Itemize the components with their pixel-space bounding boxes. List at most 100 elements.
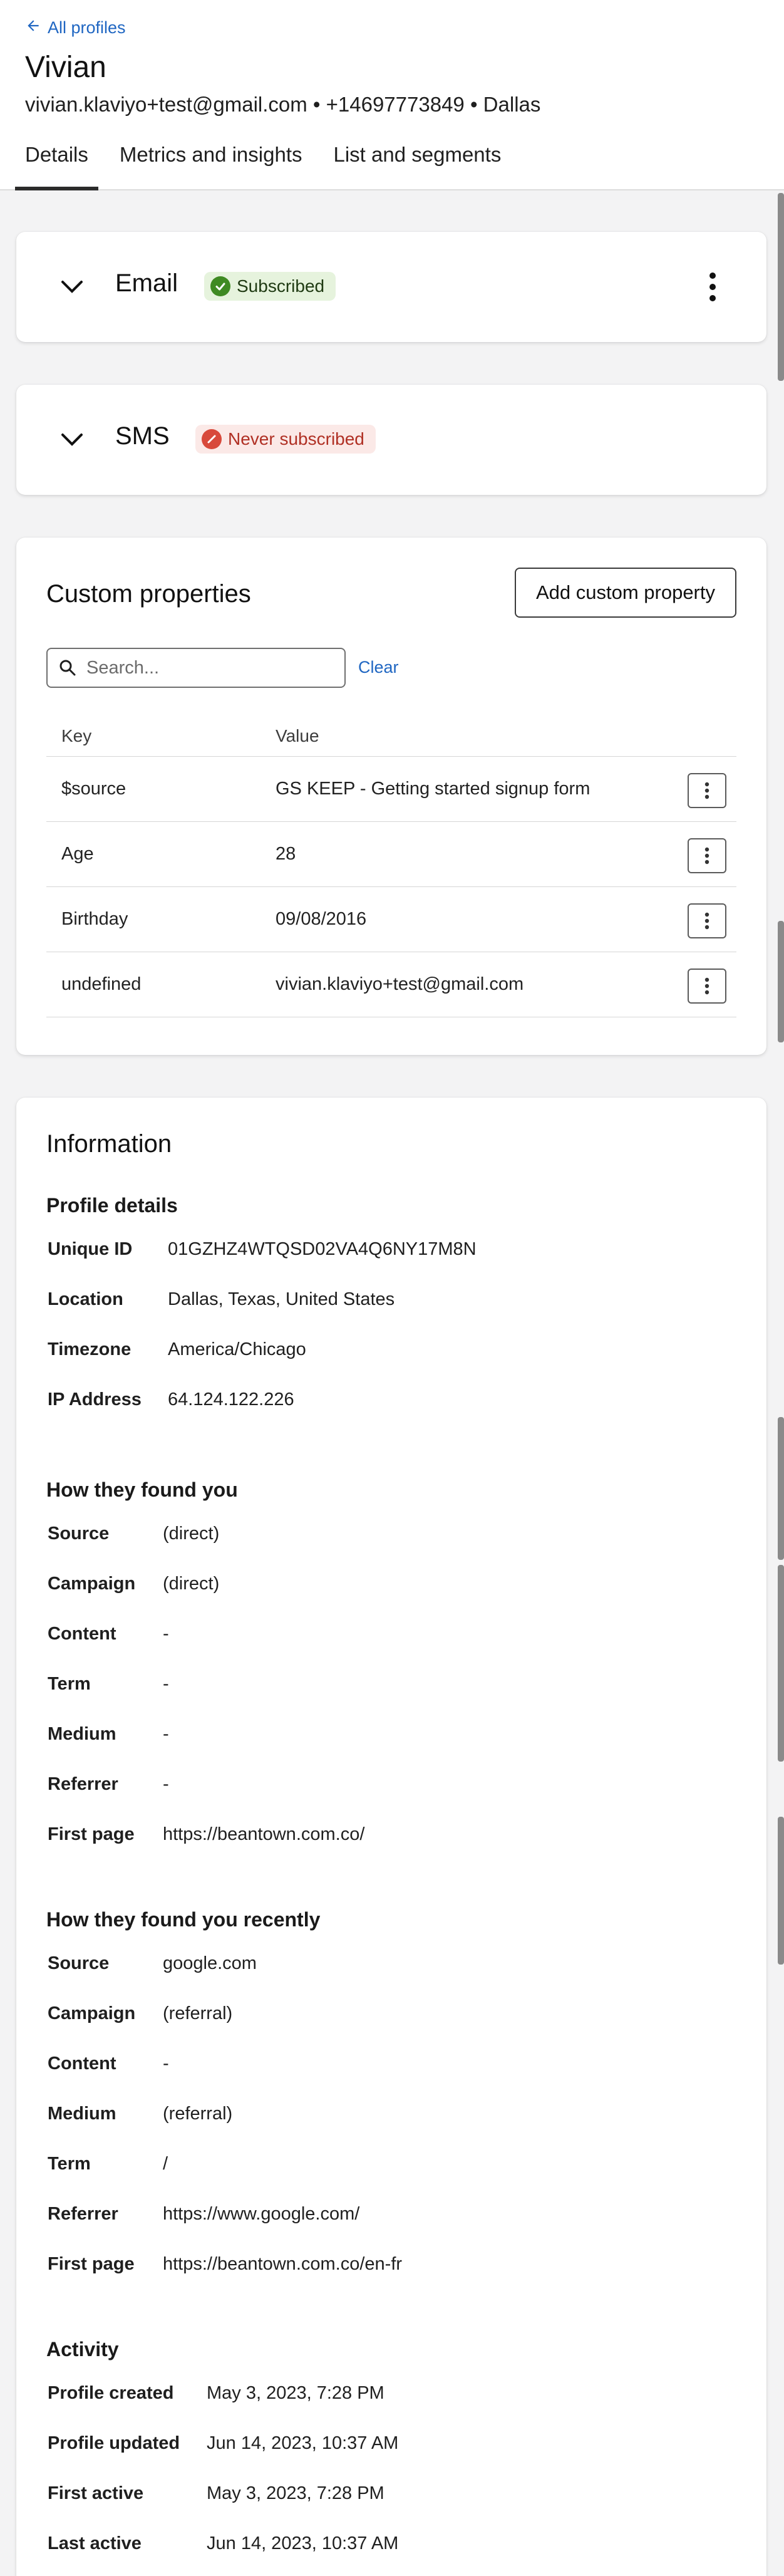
property-search[interactable]: [46, 648, 346, 688]
info-label: Referrer: [48, 2204, 118, 2224]
page-scrollbar[interactable]: [778, 190, 784, 2576]
profile-tabs: Details Metrics and insights List and se…: [15, 138, 522, 190]
more-options-icon: [704, 912, 709, 930]
more-options-icon: [704, 782, 709, 799]
sms-card: SMS Never subscribed: [16, 385, 766, 495]
info-value: -: [163, 1674, 169, 1694]
chevron-down-icon[interactable]: [58, 425, 86, 454]
custom-properties-title: Custom properties: [46, 580, 251, 608]
info-label: Last active: [48, 2533, 142, 2553]
more-options-icon: [704, 847, 709, 865]
add-custom-property-button[interactable]: Add custom property: [514, 568, 736, 618]
info-label: First page: [48, 1824, 135, 1844]
search-input[interactable]: [86, 657, 337, 678]
info-value: (direct): [163, 1574, 220, 1594]
info-label: IP Address: [48, 1389, 142, 1410]
info-label: Term: [48, 2154, 91, 2174]
found-you-title: How they found you: [46, 1478, 238, 1501]
sms-status-label: Never subscribed: [228, 429, 364, 449]
info-label: Campaign: [48, 1574, 136, 1594]
tab-details[interactable]: Details: [15, 138, 98, 190]
activity-title: Activity: [46, 2338, 119, 2360]
email-card: Email Subscribed: [16, 232, 766, 342]
info-label: First active: [48, 2483, 144, 2503]
property-key: $source: [61, 779, 126, 799]
tab-list-and-segments[interactable]: List and segments: [324, 138, 512, 190]
clear-search-link[interactable]: Clear: [358, 658, 399, 677]
table-row: $source GS KEEP - Getting started signup…: [46, 757, 736, 822]
property-key: Age: [61, 844, 94, 864]
info-label: Content: [48, 2054, 116, 2074]
info-value: https://www.google.com/: [163, 2204, 360, 2224]
property-value: vivian.klaviyo+test@gmail.com: [276, 974, 524, 994]
info-value: https://beantown.com.co/en-fr: [163, 2254, 403, 2274]
info-value: google.com: [163, 1953, 257, 1973]
info-value: 01GZHZ4WTQSD02VA4Q6NY17M8N: [168, 1239, 477, 1259]
more-options-icon[interactable]: [703, 271, 723, 303]
info-value: (referral): [163, 2003, 233, 2023]
info-label: Unique ID: [48, 1239, 133, 1259]
sms-status-badge: Never subscribed: [195, 425, 376, 454]
info-label: Medium: [48, 1724, 116, 1744]
info-label: Profile updated: [48, 2433, 180, 2453]
property-key: Birthday: [61, 909, 128, 929]
sms-card-title: SMS: [115, 422, 170, 450]
scrollbar-thumb[interactable]: [778, 1417, 784, 1560]
row-options-button[interactable]: [688, 969, 726, 1004]
chevron-down-icon[interactable]: [58, 272, 86, 301]
profile-header: All profiles Vivian vivian.klaviyo+test@…: [0, 0, 784, 190]
info-value: https://beantown.com.co/: [163, 1824, 365, 1844]
column-header-key: Key: [61, 725, 92, 745]
info-value: -: [163, 1624, 169, 1644]
info-value: /: [163, 2154, 168, 2174]
property-key: undefined: [61, 974, 142, 994]
property-value: 09/08/2016: [276, 909, 367, 929]
info-value: May 3, 2023, 7:28 PM: [207, 2483, 384, 2503]
scrollbar-thumb[interactable]: [778, 921, 784, 1042]
info-label: Timezone: [48, 1339, 132, 1359]
scrollbar-thumb[interactable]: [778, 1817, 784, 1965]
info-label: Location: [48, 1289, 123, 1309]
email-card-title: Email: [115, 269, 178, 297]
info-label: Profile created: [48, 2383, 174, 2403]
property-value: GS KEEP - Getting started signup form: [276, 779, 591, 799]
all-profiles-label: All profiles: [48, 18, 126, 37]
info-label: First page: [48, 2254, 135, 2274]
property-value: 28: [276, 844, 296, 864]
profile-meta: vivian.klaviyo+test@gmail.com • +1469777…: [25, 93, 541, 116]
tab-metrics-and-insights[interactable]: Metrics and insights: [110, 138, 312, 190]
info-value: Dallas, Texas, United States: [168, 1289, 395, 1309]
info-label: Term: [48, 1674, 91, 1694]
custom-properties-table: Key Value $source GS KEEP - Getting star…: [46, 715, 736, 1017]
info-value: -: [163, 2054, 169, 2074]
info-value: 64.124.122.226: [168, 1389, 294, 1410]
info-label: Campaign: [48, 2003, 136, 2023]
check-circle-icon: [210, 276, 230, 296]
info-value: Jun 14, 2023, 10:37 AM: [207, 2433, 399, 2453]
information-card: Information Profile details Unique ID 01…: [16, 1098, 766, 2576]
found-you-recently-title: How they found you recently: [46, 1908, 321, 1931]
arrow-left-icon: [25, 18, 41, 38]
all-profiles-link[interactable]: All profiles: [25, 18, 126, 38]
table-row: Birthday 09/08/2016: [46, 887, 736, 952]
column-header-value: Value: [276, 725, 319, 745]
info-value: (direct): [163, 1524, 220, 1544]
scrollbar-thumb[interactable]: [778, 193, 784, 381]
profile-details-title: Profile details: [46, 1194, 178, 1217]
row-options-button[interactable]: [688, 903, 726, 938]
info-value: Jun 14, 2023, 10:37 AM: [207, 2533, 399, 2553]
info-label: Medium: [48, 2104, 116, 2124]
email-status-badge: Subscribed: [204, 272, 336, 301]
info-label: Content: [48, 1624, 116, 1644]
more-options-icon: [704, 977, 709, 995]
row-options-button[interactable]: [688, 838, 726, 873]
table-row: Age 28: [46, 822, 736, 887]
info-value: -: [163, 1724, 169, 1744]
scrollbar-thumb[interactable]: [778, 1565, 784, 1762]
info-value: (referral): [163, 2104, 233, 2124]
profile-name: Vivian: [25, 51, 106, 84]
custom-properties-card: Custom properties Add custom property Cl…: [16, 538, 766, 1055]
row-options-button[interactable]: [688, 773, 726, 808]
info-value: May 3, 2023, 7:28 PM: [207, 2383, 384, 2403]
info-value: America/Chicago: [168, 1339, 306, 1359]
